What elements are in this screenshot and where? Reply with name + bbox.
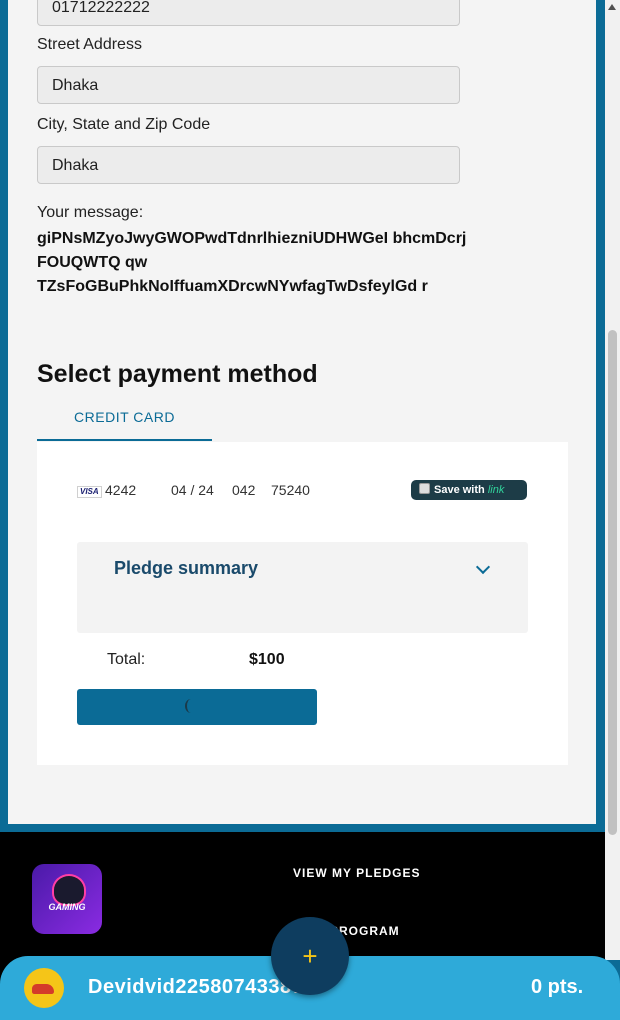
save-with-label: Save with <box>434 484 485 496</box>
phone-field[interactable]: 01712222222 <box>37 0 460 26</box>
payment-title: Select payment method <box>37 360 318 388</box>
checkbox-icon[interactable] <box>419 483 430 494</box>
pledge-summary-title: Pledge summary <box>114 558 259 578</box>
card-number-field[interactable]: 4242 <box>105 482 136 498</box>
card-cvc-field[interactable]: 042 <box>232 482 255 498</box>
loading-spinner-icon <box>185 699 197 713</box>
form-panel: 01712222222 Street Address Dhaka City, S… <box>8 0 596 824</box>
message-label: Your message: <box>37 204 144 221</box>
link-logo: link <box>487 484 505 496</box>
scrollbar-thumb[interactable] <box>608 330 617 835</box>
save-with-link-toggle[interactable]: Save with link <box>411 480 527 500</box>
city-field[interactable]: Dhaka <box>37 146 460 184</box>
street-label: Street Address <box>37 36 142 53</box>
add-button[interactable]: + <box>271 917 349 995</box>
message-text: giPNsMZyoJwyGWOPwdTdnrlhiezniUDHWGeI bhc… <box>37 230 467 295</box>
sneaker-icon <box>32 984 54 994</box>
visa-icon: VISA <box>77 486 102 498</box>
pledge-summary[interactable]: Pledge summary <box>77 542 528 633</box>
tab-credit-card[interactable]: CREDIT CARD <box>37 403 212 441</box>
logo-text: GAMING <box>48 902 86 912</box>
card-zip-field[interactable]: 75240 <box>271 482 310 498</box>
chevron-down-icon[interactable] <box>475 559 491 575</box>
scrollbar[interactable] <box>605 0 620 960</box>
username: Devidvid22580743387 <box>88 976 304 998</box>
city-label: City, State and Zip Code <box>37 116 211 133</box>
page-frame: 01712222222 Street Address Dhaka City, S… <box>0 0 605 832</box>
total-value: $100 <box>249 651 285 668</box>
card-expiry-field[interactable]: 04 / 24 <box>171 482 214 498</box>
submit-pledge-button[interactable] <box>77 689 317 725</box>
avatar[interactable] <box>24 968 64 1008</box>
total-label: Total: <box>107 651 146 668</box>
street-field[interactable]: Dhaka <box>37 66 460 104</box>
points-count: 0 pts. <box>531 976 584 998</box>
plus-icon: + <box>302 941 318 971</box>
scroll-up-icon[interactable] <box>608 4 616 10</box>
gaming-logo[interactable]: GAMING <box>32 864 102 934</box>
payment-card: VISA 4242 04 / 24 042 75240 Save with li… <box>37 442 568 765</box>
nav-view-my-pledges[interactable]: VIEW MY PLEDGES <box>293 866 420 880</box>
